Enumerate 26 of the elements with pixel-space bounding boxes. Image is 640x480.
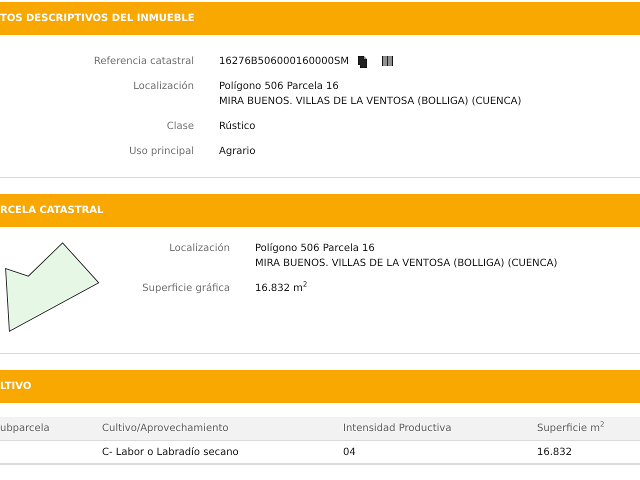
- field-value: Rústico: [219, 120, 256, 134]
- copy-icon[interactable]: [357, 56, 368, 68]
- field-label: Uso principal: [128, 145, 194, 159]
- field-value: Agrario: [219, 145, 256, 159]
- field-label: Clase: [166, 120, 194, 134]
- field-label: Localización: [168, 242, 230, 256]
- field-value: 16.832 m$^{2}$: [255, 281, 308, 296]
- field-value: 16276B506000160000SM: [219, 55, 349, 69]
- section-header: LTIVO: [0, 370, 640, 403]
- field-label: Superficie gráfica: [141, 282, 230, 296]
- column-header: Intensidad Productiva: [343, 417, 537, 441]
- column-header: ubparcela: [0, 417, 102, 441]
- field-label: Referencia catastral: [92, 55, 194, 69]
- section-header: RCELA CATASTRAL: [0, 194, 640, 227]
- column-header: Cultivo/Aprovechamiento: [102, 417, 343, 441]
- field-value: Polígono 506 Parcela 16: [255, 242, 375, 256]
- table-cell: 04: [343, 441, 537, 464]
- field-value: MIRA BUENOS. VILLAS DE LA VENTOSA (BOLLIGA) (CUENCA): [255, 257, 558, 271]
- barcode-icon[interactable]: [382, 56, 393, 68]
- table-cell: C- Labor o Labradío secano: [102, 441, 343, 464]
- section-header: TOS DESCRIPTIVOS DEL INMUEBLE: [0, 2, 640, 35]
- table-cell: 16.832: [537, 441, 640, 464]
- field-label: Localización: [132, 80, 194, 94]
- field-value: Polígono 506 Parcela 16: [219, 80, 339, 94]
- field-value: MIRA BUENOS. VILLAS DE LA VENTOSA (BOLLIGA) (CUENCA): [219, 95, 522, 109]
- column-header: Superficie m$^{2}$: [537, 417, 640, 441]
